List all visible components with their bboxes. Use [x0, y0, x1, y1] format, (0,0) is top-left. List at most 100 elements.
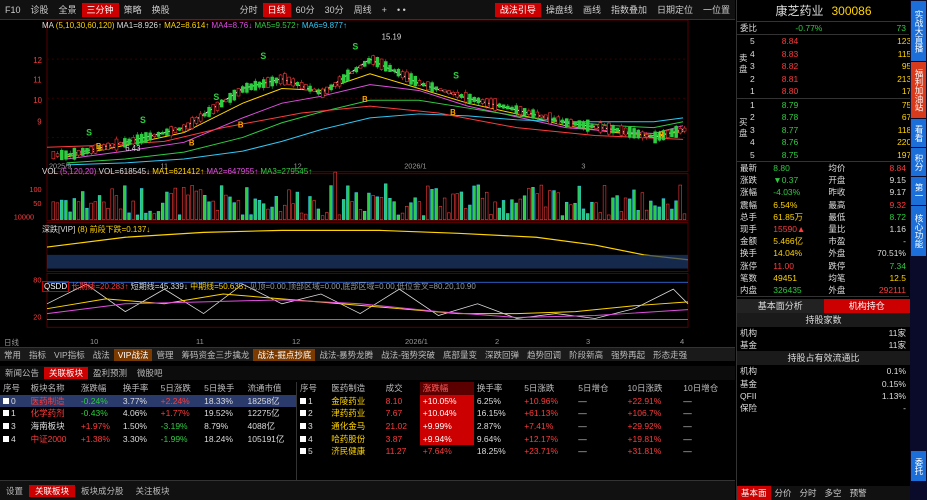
- tool-zaiqi[interactable]: 强势再起: [607, 349, 649, 361]
- tab-institution[interactable]: 机构持仓: [823, 298, 910, 313]
- candle: [215, 101, 220, 111]
- col-header[interactable]: 序号: [0, 382, 28, 395]
- position-button[interactable]: 一位置: [698, 3, 735, 17]
- look-button[interactable]: 看看: [911, 119, 926, 147]
- col-header[interactable]: 换手率: [120, 382, 158, 395]
- candle: [190, 117, 194, 129]
- col-header[interactable]: 10日涨跌: [625, 382, 681, 395]
- tool-vip-zhibiao[interactable]: VIP指标: [50, 349, 89, 361]
- welfare-button[interactable]: 福利加油站: [911, 62, 926, 118]
- svg-text:S: S: [352, 41, 358, 51]
- table-row[interactable]: 5 济民健康 11.27 +7.64% 18.25% +23.71% — +31…: [297, 445, 736, 458]
- tool-baoshi[interactable]: 战法-暴势龙腾: [315, 349, 377, 361]
- table-row[interactable]: 1 化学药剂 -0.43% 4.06% +1.77% 19.52% 12275亿: [0, 407, 296, 420]
- tab-duokong[interactable]: 多空: [821, 486, 846, 500]
- volume-bar: [430, 189, 434, 220]
- candle: [81, 147, 85, 156]
- col-header[interactable]: 成交: [383, 382, 420, 395]
- tool-shendie[interactable]: 深跌回弹: [481, 349, 523, 361]
- col-header[interactable]: 换手率: [474, 382, 521, 395]
- period-30[interactable]: 30分: [320, 3, 349, 17]
- period-60[interactable]: 60分: [291, 3, 320, 17]
- live-button[interactable]: 实战大直播: [911, 1, 926, 61]
- tab-watch-sector[interactable]: 关注板块: [130, 485, 176, 497]
- tool-dibu[interactable]: 底部量变: [439, 349, 481, 361]
- huaxian-button[interactable]: 画线: [578, 3, 606, 17]
- tab-sector-constituents[interactable]: 板块成分股: [75, 485, 130, 497]
- tab-fenjia[interactable]: 分价: [771, 486, 796, 500]
- volume-bar: [480, 197, 485, 220]
- col-header-sorted[interactable]: 涨跌幅: [419, 382, 474, 395]
- candle: [287, 76, 291, 85]
- tab-related-sector[interactable]: 关联板块: [44, 367, 89, 379]
- candle: [644, 134, 649, 138]
- tab-weiguba[interactable]: 微股吧: [132, 367, 168, 379]
- dots-button[interactable]: • •: [392, 3, 411, 17]
- col-header[interactable]: 流通市值: [245, 382, 296, 395]
- tool-chouma[interactable]: 筹码资金三步擒龙: [177, 349, 253, 361]
- candle: [283, 73, 287, 86]
- tab-fundamental[interactable]: 基本面分析: [737, 298, 824, 313]
- tool-zhengu[interactable]: 诊股: [26, 3, 54, 17]
- col-header[interactable]: 5日换手: [201, 382, 244, 395]
- tab-yujing[interactable]: 预警: [846, 486, 871, 500]
- table-row[interactable]: 2 津药药业 7.67 +10.04% 16.15% +61.13% — +10…: [297, 407, 736, 420]
- settings-button[interactable]: 设置: [0, 485, 29, 497]
- volume-bar: [76, 201, 81, 220]
- kline-chart[interactable]: 12 11 10 9 15.19 6.43 S S S S S S B B B …: [0, 20, 735, 340]
- col-header[interactable]: 医药制造: [328, 382, 382, 395]
- tool-sanfenzhong[interactable]: 三分钟: [81, 2, 119, 17]
- volume-bar: [426, 185, 430, 220]
- table-row[interactable]: 4 哈药股份 3.87 +9.94% 9.64% +12.17% — +19.8…: [297, 432, 736, 445]
- volume-bar: [211, 200, 215, 220]
- first-button[interactable]: 第一: [911, 177, 926, 205]
- period-zhou[interactable]: 周线: [349, 3, 377, 17]
- volume-bar: [219, 185, 224, 220]
- tool-vip-zhanfa[interactable]: VIP战法: [113, 348, 153, 361]
- tool-qiangshi[interactable]: 战法-强势突破: [377, 349, 439, 361]
- tool-qushi[interactable]: 趋势回调: [523, 349, 565, 361]
- date-locate-button[interactable]: 日期定位: [652, 3, 698, 17]
- tool-celue[interactable]: 策略: [119, 3, 147, 17]
- tool-changyong[interactable]: 常用: [0, 349, 25, 361]
- tool-guanli[interactable]: 管理: [152, 349, 177, 361]
- tool-zhibiao[interactable]: 指标: [25, 349, 50, 361]
- indicator-toolbar: 常用 指标 VIP指标 战法 VIP战法 管理 筹码资金三步擒龙 战法-掘点抄底…: [0, 347, 735, 361]
- core-features-button[interactable]: 核心功能: [911, 206, 926, 256]
- candle: [358, 65, 363, 69]
- tool-xingtai[interactable]: 形态走强: [649, 349, 691, 361]
- col-header[interactable]: 10日增仓: [680, 382, 736, 395]
- col-header[interactable]: 序号: [297, 382, 328, 395]
- col-header[interactable]: 5日涨跌: [158, 382, 201, 395]
- tab-news[interactable]: 新闻公告: [0, 367, 44, 379]
- order-button[interactable]: 委托: [911, 451, 926, 481]
- candle: [615, 127, 619, 132]
- table-row[interactable]: 3 通化金马 21.02 +9.99% 2.87% +7.41% — +29.9…: [297, 419, 736, 433]
- table-row[interactable]: 4 中证2000 +1.38% 3.30% -1.99% 18.24% 1051…: [0, 432, 296, 445]
- col-header[interactable]: 5日涨跌: [521, 382, 575, 395]
- tab-fenshi[interactable]: 分时: [796, 486, 821, 500]
- col-header[interactable]: 涨跌幅: [78, 382, 120, 395]
- tab-profit-forecast[interactable]: 盈利预测: [88, 367, 132, 379]
- tab-jibenmian[interactable]: 基本面: [737, 486, 771, 500]
- tool-jieduan[interactable]: 阶段新高: [565, 349, 607, 361]
- index-overlay-button[interactable]: 指数叠加: [606, 3, 652, 17]
- tool-zhanfa[interactable]: 战法: [89, 349, 114, 361]
- plus-button[interactable]: +: [377, 3, 392, 17]
- tool-huangu[interactable]: 换股: [147, 3, 175, 17]
- period-fenshi[interactable]: 分时: [235, 3, 263, 17]
- points-button[interactable]: 积分: [911, 148, 926, 176]
- tool-quanjing[interactable]: 全景: [54, 3, 82, 17]
- table-row[interactable]: 1 金陵药业 8.10 +10.05% 6.25% +10.96% — +22.…: [297, 394, 736, 408]
- caopanxian-button[interactable]: 操盘线: [541, 3, 578, 17]
- zhanfa-guide-button[interactable]: 战法引导: [494, 2, 541, 17]
- f10-button[interactable]: F10: [0, 3, 26, 17]
- price-tick: 12: [33, 56, 42, 65]
- tool-judian[interactable]: 战法-掘点抄底: [253, 348, 316, 361]
- period-rixian[interactable]: 日线: [262, 2, 291, 17]
- tab-related-sector-bottom[interactable]: 关联板块: [29, 484, 76, 497]
- col-header[interactable]: 板块名称: [28, 382, 78, 395]
- table-row[interactable]: 3 海南板块 +1.97% 1.50% -3.19% 8.79% 4088亿: [0, 420, 296, 433]
- col-header[interactable]: 5日增仓: [575, 382, 624, 395]
- table-row[interactable]: 0 医药制造 -0.24% 3.77% +2.24% 18.33% 18258亿: [0, 394, 296, 408]
